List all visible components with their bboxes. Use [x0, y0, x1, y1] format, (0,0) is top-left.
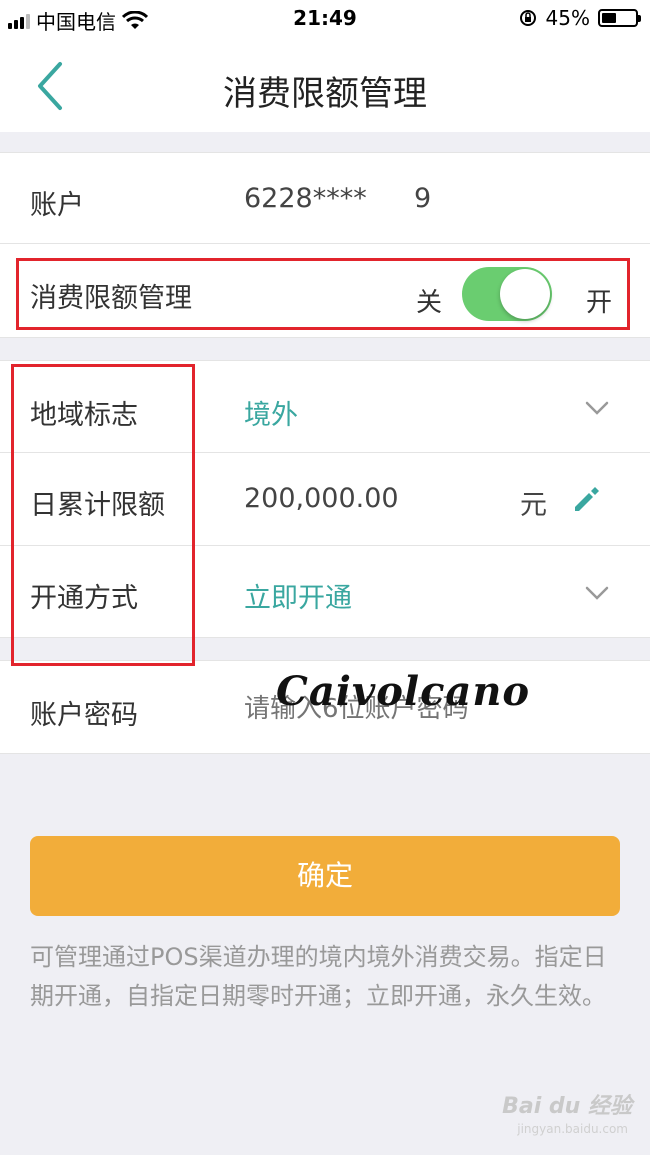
limit-management-toggle[interactable] [462, 267, 552, 321]
daily-limit-value[interactable]: 200,000.00 [244, 483, 399, 514]
baidu-watermark-url: jingyan.baidu.com [517, 1122, 628, 1136]
toggle-knob [500, 269, 550, 319]
baidu-watermark: Bai du 经验 [502, 1094, 632, 1119]
account-label: 账户 [30, 190, 84, 221]
daily-limit-unit: 元 [520, 490, 547, 521]
status-right: 45% [518, 6, 641, 30]
battery-percent: 45% [545, 6, 590, 30]
orientation-lock-icon [519, 10, 536, 26]
nav-bar: 消费限额管理 [0, 40, 650, 132]
watermark-signature: Caivolcano [276, 668, 531, 715]
account-number: 6228**** [244, 183, 367, 214]
info-note: 可管理通过POS渠道办理的境内境外消费交易。指定日期开通，自指定日期零时开通；立… [30, 943, 607, 1010]
chevron-down-icon[interactable] [584, 399, 610, 417]
edit-pencil-icon[interactable] [571, 485, 601, 515]
region-value[interactable]: 境外 [244, 393, 298, 432]
activation-label: 开通方式 [30, 583, 138, 614]
password-label: 账户密码 [30, 700, 138, 731]
activation-row[interactable]: 开通方式 立即开通 [0, 546, 650, 638]
chevron-down-icon[interactable] [584, 584, 610, 602]
toggle-off-label: 关 [416, 288, 443, 318]
daily-limit-row: 日累计限额 200,000.00 元 [0, 453, 650, 546]
region-row[interactable]: 地域标志 境外 [0, 360, 650, 453]
battery-icon [598, 9, 641, 27]
region-label: 地域标志 [30, 400, 138, 431]
daily-limit-label: 日累计限额 [30, 490, 165, 521]
account-suffix: 9 [414, 183, 432, 214]
confirm-button[interactable]: 确定 [30, 836, 620, 916]
toggle-on-label: 开 [586, 288, 613, 318]
activation-value[interactable]: 立即开通 [244, 576, 352, 615]
limit-management-row: 消费限额管理 关 开 [0, 244, 650, 338]
account-row: 账户 6228**** 9 [0, 152, 650, 244]
status-bar: 中国电信 21:49 45% [0, 0, 650, 40]
limit-management-label: 消费限额管理 [30, 283, 192, 314]
page-title: 消费限额管理 [223, 74, 427, 114]
